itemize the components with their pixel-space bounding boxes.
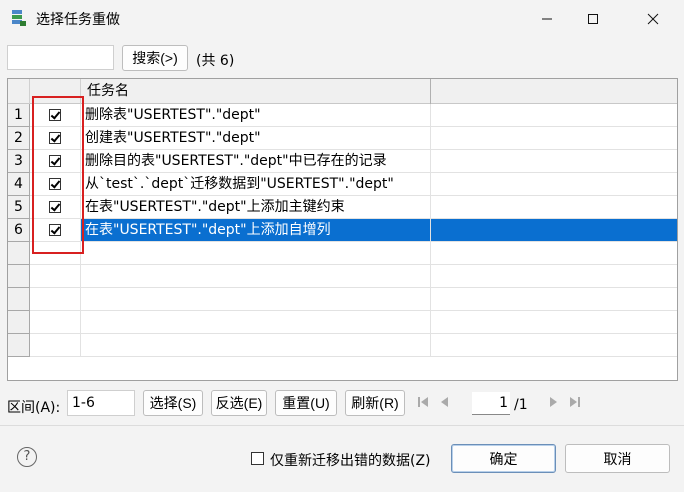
ok-button[interactable]: 确定 [451,444,556,473]
maximize-icon [588,14,598,24]
row-filler-cell [431,288,677,311]
cancel-button[interactable]: 取消 [565,444,670,473]
row-filler-cell [431,150,677,173]
row-filler-cell [431,173,677,196]
empty-table-row [8,288,677,311]
task-name-cell[interactable]: 创建表"USERTEST"."dept" [81,127,431,150]
task-table: 任务名 1 删除表"USERTEST"."dept" 2 创建表"USERTEST".… [7,78,678,381]
row-check-cell [30,265,81,288]
task-name-cell[interactable]: 删除目的表"USERTEST"."dept"中已存在的记录 [81,150,431,173]
select-button[interactable]: 选择(S) [143,390,203,416]
row-filler-cell [431,219,677,242]
row-filler-cell [431,265,677,288]
row-number[interactable]: 5 [8,196,30,219]
header-check-column[interactable] [30,79,81,104]
row-number[interactable]: 4 [8,173,30,196]
row-checkbox[interactable] [49,155,61,167]
header-corner [8,79,30,104]
table-row[interactable]: 1 删除表"USERTEST"."dept" [8,104,677,127]
close-icon [647,13,659,25]
table-row[interactable]: 5 在表"USERTEST"."dept"上添加主键约束 [8,196,677,219]
row-checkbox[interactable] [49,178,61,190]
row-number [8,334,30,357]
empty-table-row [8,242,677,265]
row-check-cell [30,334,81,357]
maximize-button[interactable] [570,0,616,38]
page-number-input[interactable]: 1 [472,392,510,415]
row-check-cell [30,219,81,242]
row-filler-cell [431,242,677,265]
app-icon [12,10,26,26]
window-title: 选择任务重做 [36,12,120,28]
row-number[interactable]: 6 [8,219,30,242]
row-checkbox[interactable] [49,109,61,121]
table-row[interactable]: 6 在表"USERTEST"."dept"上添加自增列 [8,219,677,242]
task-name-cell[interactable]: 从`test`.`dept`迁移数据到"USERTEST"."dept" [81,173,431,196]
help-icon[interactable]: ? [17,447,37,467]
previous-page-icon[interactable] [438,394,452,410]
row-filler-cell [431,196,677,219]
search-input[interactable] [7,45,114,70]
empty-table-row [8,265,677,288]
minimize-button[interactable] [524,0,570,38]
minimize-icon [542,18,552,20]
row-check-cell [30,311,81,334]
row-checkbox[interactable] [49,224,61,236]
footer-divider [0,425,684,426]
row-number [8,311,30,334]
table-row[interactable]: 3 删除目的表"USERTEST"."dept"中已存在的记录 [8,150,677,173]
row-number [8,242,30,265]
retry-errors-checkbox[interactable] [251,452,264,465]
row-number [8,288,30,311]
next-page-icon[interactable] [546,394,560,410]
table-row[interactable]: 2 创建表"USERTEST"."dept" [8,127,677,150]
row-number[interactable]: 3 [8,150,30,173]
empty-table-row [8,311,677,334]
invert-selection-button[interactable]: 反选(E) [211,390,267,416]
page-total: /1 [514,397,528,413]
table-header: 任务名 [8,79,677,104]
reset-button[interactable]: 重置(U) [275,390,337,416]
row-check-cell [30,196,81,219]
task-name-cell [81,265,431,288]
row-filler-cell [431,127,677,150]
task-name-cell [81,288,431,311]
range-label: 区间(A): [7,400,61,416]
row-number [8,265,30,288]
retry-errors-label[interactable]: 仅重新迁移出错的数据(Z) [270,450,431,470]
first-page-icon[interactable] [416,394,430,410]
task-name-cell[interactable]: 在表"USERTEST"."dept"上添加自增列 [81,219,431,242]
row-check-cell [30,104,81,127]
search-button[interactable]: 搜索(>) [122,45,188,71]
refresh-button[interactable]: 刷新(R) [345,390,405,416]
last-page-icon[interactable] [568,394,582,410]
row-check-cell [30,150,81,173]
row-check-cell [30,127,81,150]
empty-table-row [8,334,677,357]
task-name-cell [81,311,431,334]
row-filler-cell [431,311,677,334]
row-checkbox[interactable] [49,132,61,144]
header-task-name[interactable]: 任务名 [81,79,431,104]
title-bar: 选择任务重做 [0,0,684,38]
task-name-cell[interactable]: 删除表"USERTEST"."dept" [81,104,431,127]
row-number[interactable]: 2 [8,127,30,150]
task-name-cell [81,242,431,265]
row-filler-cell [431,334,677,357]
range-input[interactable]: 1-6 [67,390,135,416]
row-check-cell [30,288,81,311]
table-row[interactable]: 4 从`test`.`dept`迁移数据到"USERTEST"."dept" [8,173,677,196]
task-name-cell[interactable]: 在表"USERTEST"."dept"上添加主键约束 [81,196,431,219]
close-button[interactable] [630,0,676,38]
row-number[interactable]: 1 [8,104,30,127]
row-check-cell [30,173,81,196]
row-filler-cell [431,104,677,127]
task-count: (共 6) [196,53,235,69]
row-check-cell [30,242,81,265]
row-checkbox[interactable] [49,201,61,213]
task-name-cell [81,334,431,357]
